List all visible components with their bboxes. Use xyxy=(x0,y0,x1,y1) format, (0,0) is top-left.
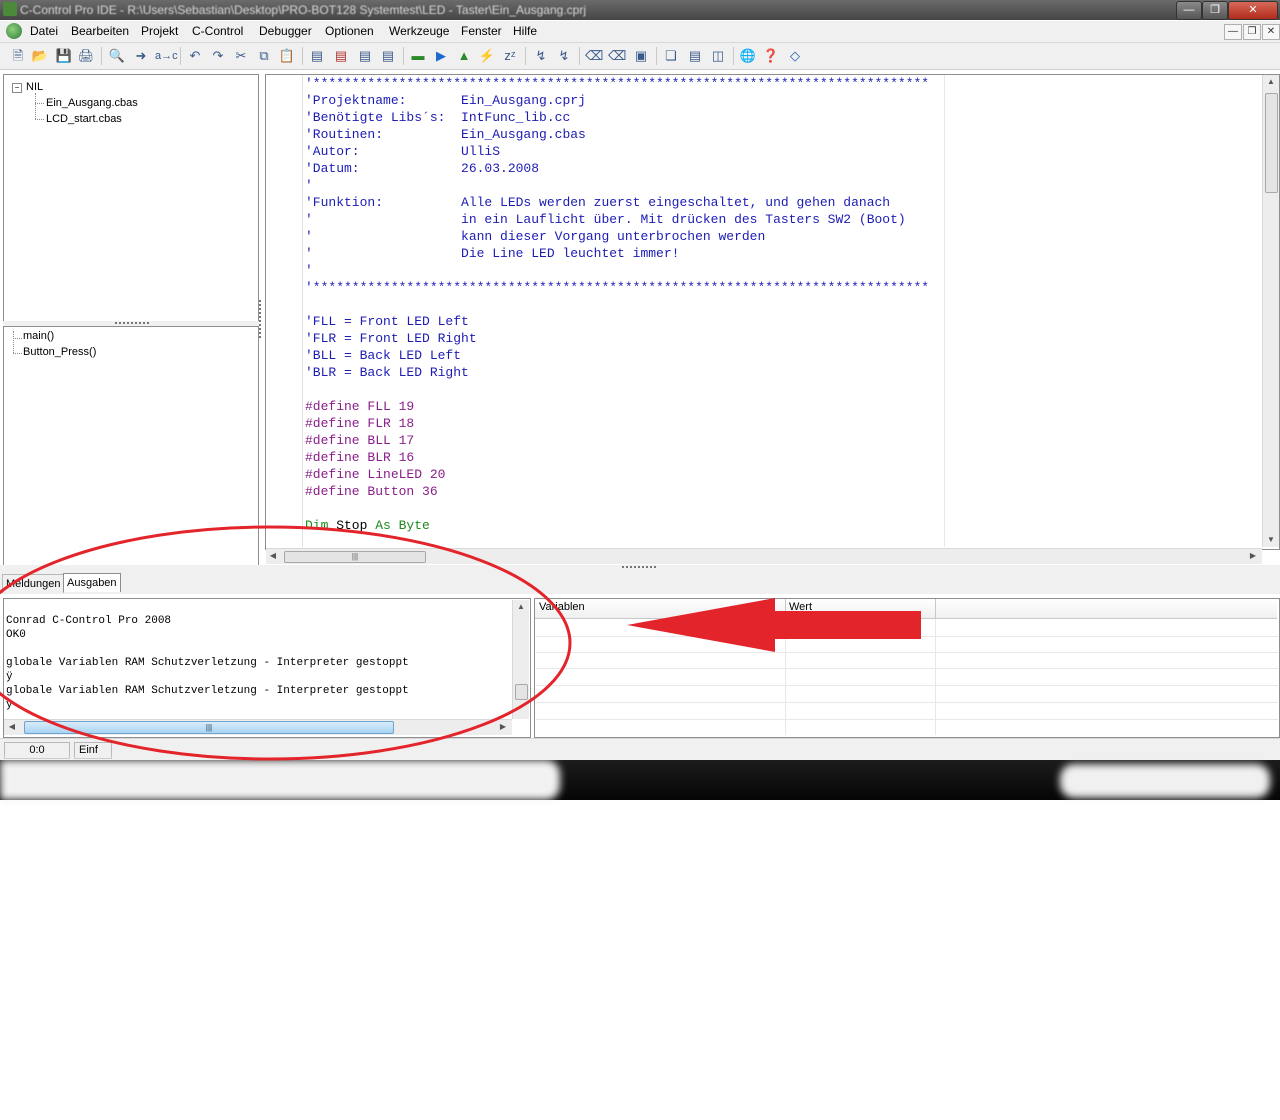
annotation-arrow xyxy=(627,598,921,652)
annotation-ellipse xyxy=(0,525,572,761)
annotation-overlay xyxy=(0,525,921,761)
